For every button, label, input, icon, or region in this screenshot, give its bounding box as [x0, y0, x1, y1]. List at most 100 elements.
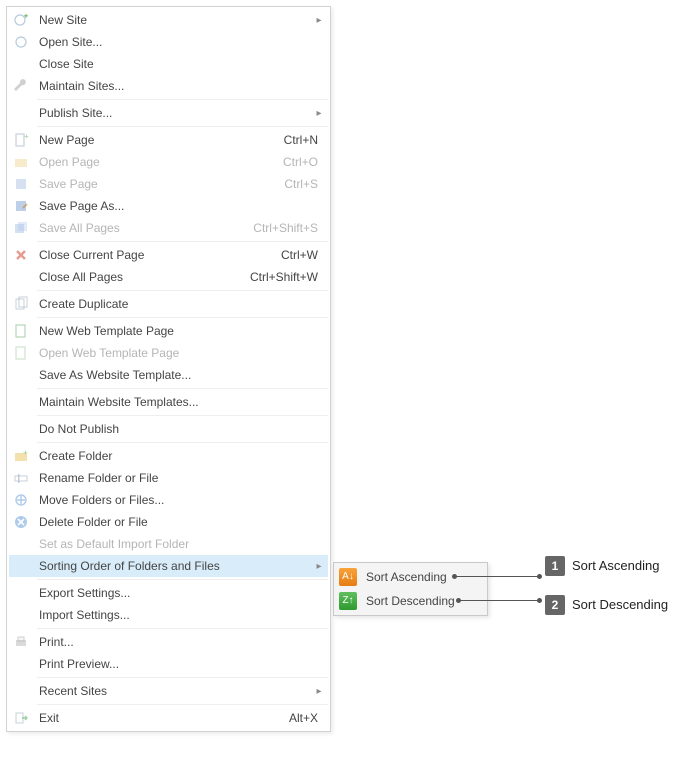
- move-icon: [9, 489, 33, 511]
- menu-item-open-page: Open PageCtrl+O: [9, 151, 328, 173]
- menu-separator: [37, 628, 328, 629]
- menu-item-maintain-sites[interactable]: Maintain Sites...: [9, 75, 328, 97]
- menu-item-label: Close Current Page: [33, 248, 281, 262]
- menu-item-label: Open Web Template Page: [33, 346, 324, 360]
- page-tpl-open-icon: [9, 342, 33, 364]
- menu-item-open-site[interactable]: Open Site...: [9, 31, 328, 53]
- callout-connector: [458, 600, 540, 601]
- menu-item-label: Print...: [33, 635, 324, 649]
- menu-item-maintain-website-templates[interactable]: Maintain Website Templates...: [9, 391, 328, 413]
- menu-item-publish-site[interactable]: Publish Site...▸: [9, 102, 328, 124]
- menu-item-print[interactable]: Print...: [9, 631, 328, 653]
- menu-item-save-all-pages: Save All PagesCtrl+Shift+S: [9, 217, 328, 239]
- submenu-item-label: Sort Ascending: [360, 570, 481, 584]
- main-menu: New Site▸Open Site...Close Site Maintain …: [6, 6, 331, 732]
- menu-separator: [37, 388, 328, 389]
- printer-icon: [9, 631, 33, 653]
- menu-item-label: Maintain Website Templates...: [33, 395, 324, 409]
- disks-icon: [9, 217, 33, 239]
- menu-item-save-as-website-template[interactable]: Save As Website Template...: [9, 364, 328, 386]
- wrench-icon: [9, 75, 33, 97]
- menu-item-import-settings[interactable]: Import Settings...: [9, 604, 328, 626]
- menu-separator: [37, 579, 328, 580]
- menu-item-open-web-template-page: Open Web Template Page: [9, 342, 328, 364]
- menu-item-create-duplicate[interactable]: Create Duplicate: [9, 293, 328, 315]
- submenu-item-sort-descending[interactable]: Z↑Sort Descending: [336, 589, 485, 613]
- callout-number-1: 1: [545, 556, 565, 576]
- menu-separator: [37, 241, 328, 242]
- menu-item-exit[interactable]: ExitAlt+X: [9, 707, 328, 729]
- menu-item-close-current-page[interactable]: Close Current PageCtrl+W: [9, 244, 328, 266]
- blank-icon: [9, 555, 33, 577]
- menu-item-delete-folder-file[interactable]: Delete Folder or File: [9, 511, 328, 533]
- menu-separator: [37, 704, 328, 705]
- disk-icon: [9, 173, 33, 195]
- sort-descending-icon: Z↑: [336, 590, 360, 612]
- menu-item-move-folders-files[interactable]: Move Folders or Files...: [9, 489, 328, 511]
- blank-icon: [9, 418, 33, 440]
- chevron-right-icon: ▸: [314, 561, 324, 572]
- menu-item-label: Save As Website Template...: [33, 368, 324, 382]
- menu-item-new-site[interactable]: New Site▸: [9, 9, 328, 31]
- callout-label-2: Sort Descending: [572, 597, 668, 612]
- menu-item-label: New Page: [33, 133, 284, 147]
- menu-item-label: Recent Sites: [33, 684, 314, 698]
- exit-icon: [9, 707, 33, 729]
- menu-item-close-all-pages[interactable]: Close All PagesCtrl+Shift+W: [9, 266, 328, 288]
- menu-item-rename-folder-file[interactable]: Rename Folder or File: [9, 467, 328, 489]
- chevron-right-icon: ▸: [314, 15, 324, 26]
- menu-item-label: Exit: [33, 711, 289, 725]
- chevron-right-icon: ▸: [314, 686, 324, 697]
- menu-item-label: Rename Folder or File: [33, 471, 324, 485]
- page-plus-icon: +: [9, 129, 33, 151]
- menu-separator: [37, 677, 328, 678]
- menu-item-new-web-template-page[interactable]: New Web Template Page: [9, 320, 328, 342]
- menu-item-new-page[interactable]: +New PageCtrl+N: [9, 129, 328, 151]
- menu-item-label: Create Duplicate: [33, 297, 324, 311]
- blank-icon: [9, 364, 33, 386]
- menu-item-print-preview[interactable]: Print Preview...: [9, 653, 328, 675]
- menu-item-label: Save Page: [33, 177, 284, 191]
- menu-item-save-page: Save PageCtrl+S: [9, 173, 328, 195]
- menu-item-shortcut: Ctrl+N: [284, 133, 324, 147]
- page-tpl-icon: [9, 320, 33, 342]
- menu-item-label: Maintain Sites...: [33, 79, 324, 93]
- menu-separator: [37, 415, 328, 416]
- close-red-icon: [9, 244, 33, 266]
- menu-item-shortcut: Ctrl+W: [281, 248, 324, 262]
- blank-icon: [9, 53, 33, 75]
- submenu-item-sort-ascending[interactable]: A↓Sort Ascending: [336, 565, 485, 589]
- blank-icon: [9, 391, 33, 413]
- blank-icon: [9, 533, 33, 555]
- chevron-right-icon: ▸: [314, 108, 324, 119]
- menu-item-label: Open Page: [33, 155, 283, 169]
- globe-open-icon: [9, 31, 33, 53]
- menu-item-shortcut: Ctrl+Shift+S: [253, 221, 324, 235]
- menu-item-sorting-order[interactable]: Sorting Order of Folders and Files▸: [9, 555, 328, 577]
- menu-item-do-not-publish[interactable]: Do Not Publish: [9, 418, 328, 440]
- menu-item-label: Create Folder: [33, 449, 324, 463]
- menu-item-label: Print Preview...: [33, 657, 324, 671]
- menu-item-label: Export Settings...: [33, 586, 324, 600]
- disk-pencil-icon: [9, 195, 33, 217]
- blank-icon: [9, 680, 33, 702]
- menu-item-recent-sites[interactable]: Recent Sites▸: [9, 680, 328, 702]
- menu-item-label: Sorting Order of Folders and Files: [33, 559, 314, 573]
- menu-separator: [37, 317, 328, 318]
- blank-icon: [9, 582, 33, 604]
- menu-item-set-default-import-folder: Set as Default Import Folder: [9, 533, 328, 555]
- menu-separator: [37, 290, 328, 291]
- menu-separator: [37, 99, 328, 100]
- rename-icon: [9, 467, 33, 489]
- menu-separator: [37, 442, 328, 443]
- menu-item-label: Do Not Publish: [33, 422, 324, 436]
- menu-item-export-settings[interactable]: Export Settings...: [9, 582, 328, 604]
- page-folder-icon: [9, 151, 33, 173]
- callout-number-2: 2: [545, 595, 565, 615]
- delete-blue-icon: [9, 511, 33, 533]
- folder-plus-icon: +: [9, 445, 33, 467]
- menu-item-create-folder[interactable]: +Create Folder: [9, 445, 328, 467]
- menu-item-close-site[interactable]: Close Site: [9, 53, 328, 75]
- callout-connector: [454, 576, 540, 577]
- menu-item-save-page-as[interactable]: Save Page As...: [9, 195, 328, 217]
